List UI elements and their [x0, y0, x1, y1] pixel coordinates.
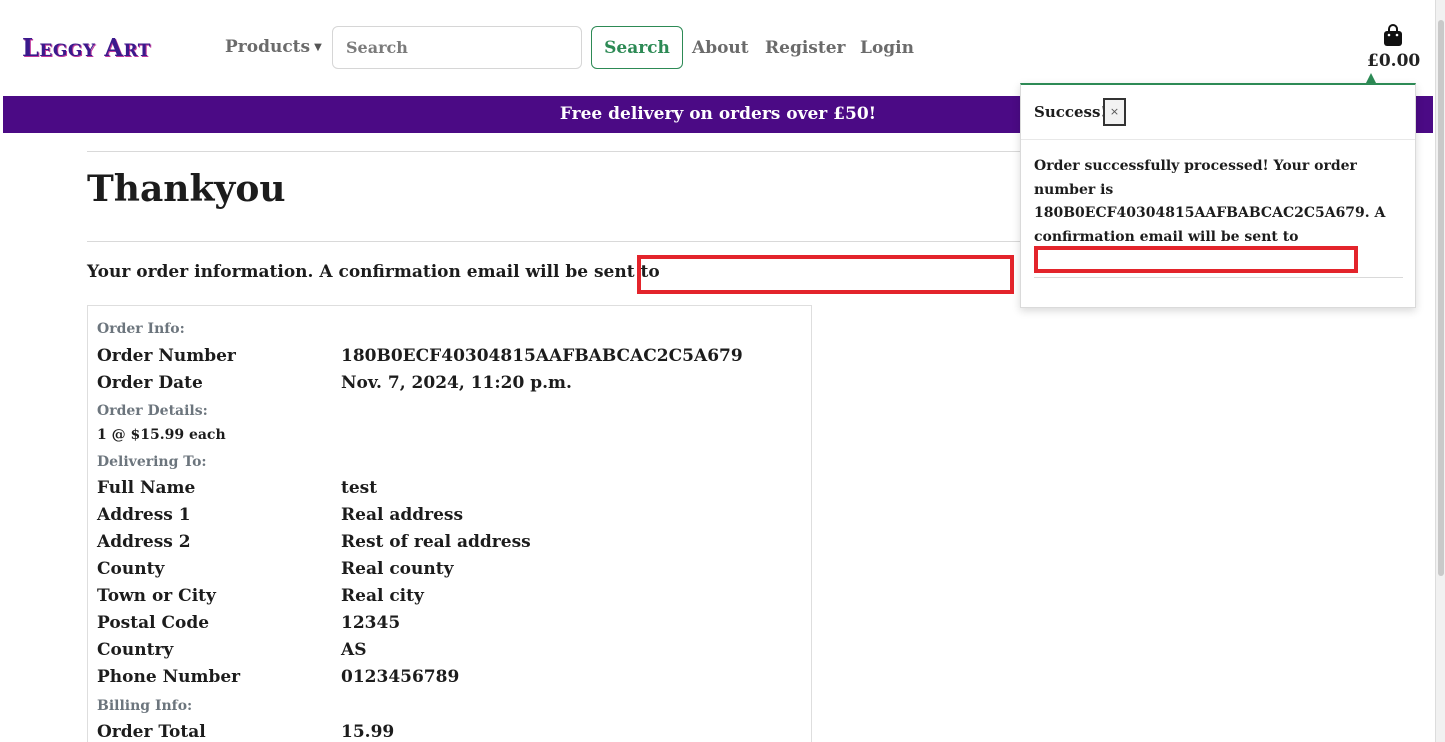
- scrollbar-thumb[interactable]: [1438, 20, 1444, 576]
- nav-products-label: Products: [225, 37, 311, 57]
- section-label-order-info: Order Info:: [97, 321, 185, 337]
- redacted-email-toast: [1034, 246, 1358, 273]
- full-name-value: test: [341, 478, 378, 498]
- town-label: Town or City: [97, 586, 216, 606]
- toast-divider: [1034, 277, 1403, 278]
- full-name-label: Full Name: [97, 478, 196, 498]
- postal-value: 12345: [341, 613, 401, 633]
- country-value: AS: [341, 640, 367, 660]
- county-label: County: [97, 559, 165, 579]
- scrollbar[interactable]: [1435, 0, 1445, 742]
- search-button[interactable]: Search: [591, 26, 683, 69]
- caret-down-icon: ▼: [314, 41, 322, 53]
- toast-message: Order successfully processed! Your order…: [1034, 158, 1386, 245]
- address2-value: Rest of real address: [341, 532, 531, 552]
- address2-label: Address 2: [97, 532, 191, 552]
- section-label-delivering: Delivering To:: [97, 454, 207, 470]
- country-label: Country: [97, 640, 174, 660]
- order-summary-box: Order Info: Order Number 180B0ECF4030481…: [87, 305, 812, 742]
- site-logo[interactable]: Leggy Art: [22, 26, 151, 68]
- divider: [87, 151, 1022, 152]
- divider: [87, 241, 1022, 242]
- close-icon[interactable]: ×: [1103, 98, 1126, 126]
- order-item-line: 1 @ $15.99 each: [97, 427, 226, 443]
- nav-products-dropdown[interactable]: Products ▼: [225, 37, 322, 57]
- order-date-value: Nov. 7, 2024, 11:20 p.m.: [341, 373, 572, 393]
- page-title: Thankyou: [87, 168, 286, 210]
- address1-label: Address 1: [97, 505, 191, 525]
- shopping-bag-icon[interactable]: [1382, 23, 1404, 47]
- success-toast: Success! × Order successfully processed!…: [1020, 83, 1416, 308]
- site-header: Leggy Art Products ▼ Search About Regist…: [0, 0, 1445, 96]
- section-label-billing: Billing Info:: [97, 698, 193, 714]
- logo-text: Leggy Art: [22, 32, 151, 62]
- search-input[interactable]: [332, 26, 582, 69]
- toast-header: Success! ×: [1021, 85, 1415, 140]
- section-label-order-details: Order Details:: [97, 403, 208, 419]
- postal-label: Postal Code: [97, 613, 210, 633]
- county-value: Real county: [341, 559, 454, 579]
- nav-register[interactable]: Register: [765, 38, 845, 58]
- order-info-intro: Your order information. A confirmation e…: [87, 262, 660, 282]
- address1-value: Real address: [341, 505, 464, 525]
- toast-arrow: [1366, 73, 1376, 83]
- phone-label: Phone Number: [97, 667, 241, 687]
- toast-title: Success!: [1034, 103, 1108, 121]
- redacted-email: [637, 255, 1014, 294]
- nav-about[interactable]: About: [692, 38, 749, 58]
- order-number-label: Order Number: [97, 346, 236, 366]
- order-number-value: 180B0ECF40304815AAFBABCAC2C5A679: [341, 346, 743, 366]
- order-date-label: Order Date: [97, 373, 203, 393]
- bag-total[interactable]: £0.00: [1367, 51, 1420, 71]
- order-total-value: 15.99: [341, 722, 395, 742]
- nav-login[interactable]: Login: [860, 38, 914, 58]
- order-total-label: Order Total: [97, 722, 206, 742]
- phone-value: 0123456789: [341, 667, 460, 687]
- town-value: Real city: [341, 586, 424, 606]
